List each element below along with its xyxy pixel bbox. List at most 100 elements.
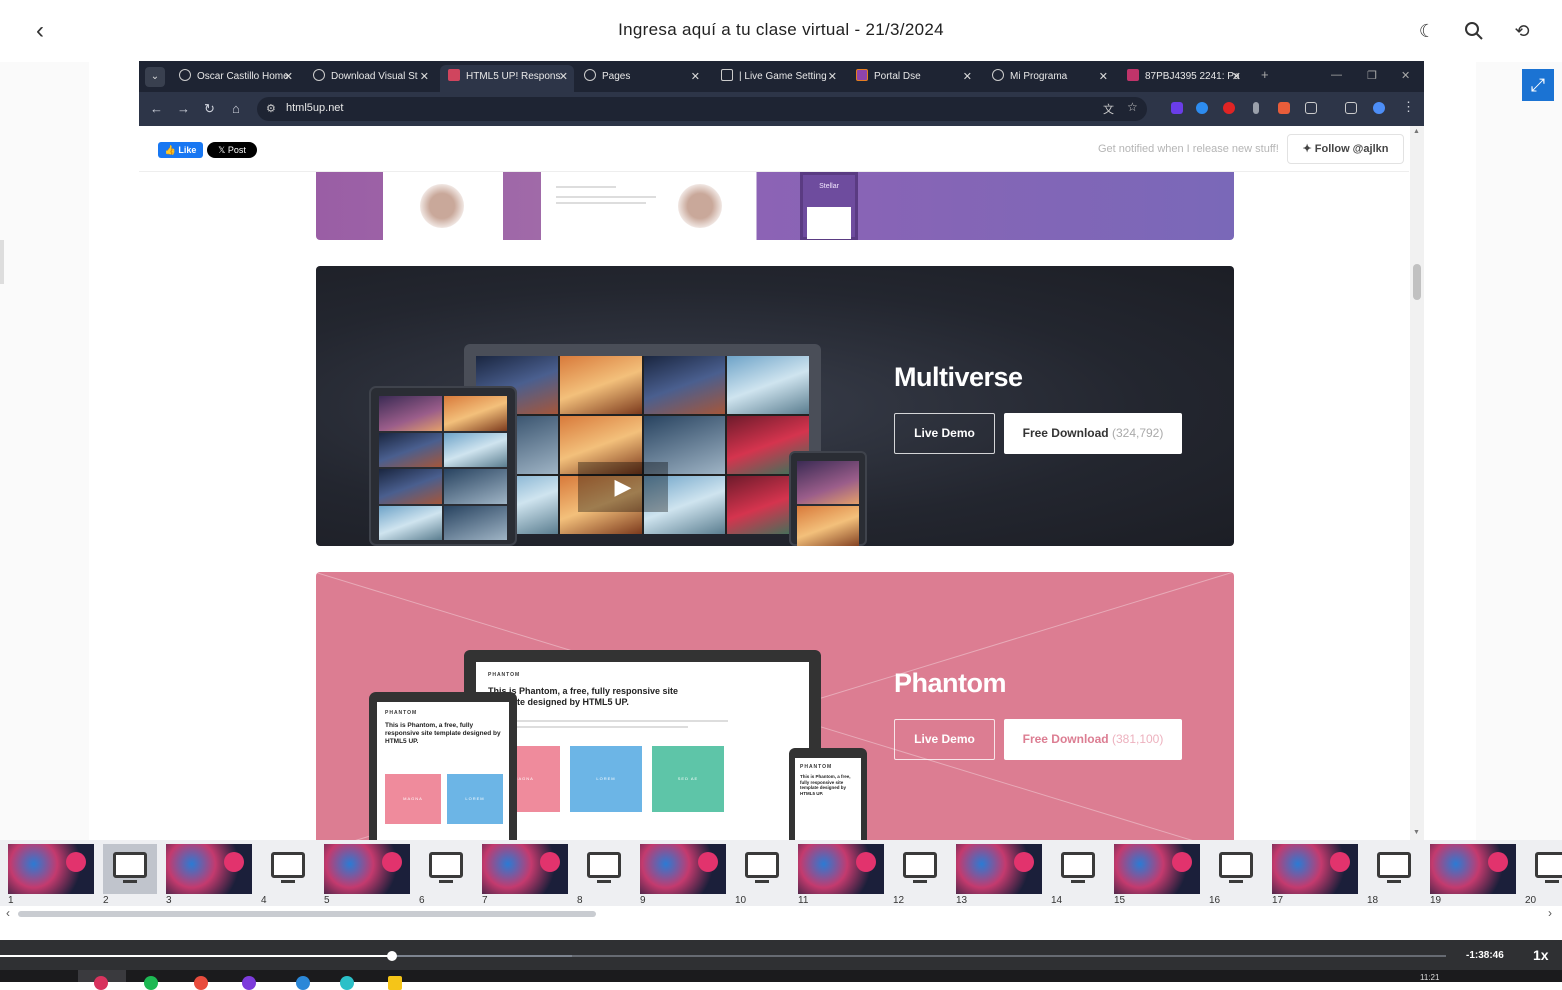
restore-icon[interactable]: ❐ xyxy=(1367,69,1377,82)
dark-mode-button[interactable]: ☾ xyxy=(1414,18,1440,44)
search-button[interactable] xyxy=(1461,18,1487,44)
free-download-button[interactable]: Free Download (324,792) xyxy=(1004,413,1182,454)
side-panel-handle[interactable] xyxy=(0,240,4,284)
playback-speed-button[interactable]: 1x xyxy=(1533,947,1549,963)
slide-thumbnail[interactable] xyxy=(640,844,726,894)
close-icon[interactable]: ✕ xyxy=(559,65,568,89)
minimize-icon[interactable]: — xyxy=(1331,69,1342,81)
slide-number: 5 xyxy=(324,895,330,906)
slide-thumbnail[interactable] xyxy=(893,844,947,894)
slide-thumbnail[interactable] xyxy=(324,844,410,894)
extensions-puzzle-icon[interactable] xyxy=(1305,102,1317,114)
slide-thumbnail[interactable] xyxy=(482,844,568,894)
slide-thumbnail[interactable] xyxy=(419,844,473,894)
slide-thumbnail[interactable] xyxy=(1272,844,1358,894)
slide-thumbnail[interactable] xyxy=(166,844,252,894)
free-download-button[interactable]: Free Download (381,100) xyxy=(1004,719,1182,760)
microphone-icon[interactable] xyxy=(1253,102,1259,114)
extension-icon[interactable] xyxy=(1196,102,1208,114)
close-icon[interactable]: ✕ xyxy=(963,65,972,89)
browser-tab-active[interactable]: HTML5 UP! Respons ✕ xyxy=(440,65,574,92)
progress-handle[interactable] xyxy=(387,951,397,961)
rotate-button[interactable]: ⟲ xyxy=(1509,18,1535,44)
back-arrow-icon[interactable]: ← xyxy=(150,101,163,116)
close-icon[interactable]: ✕ xyxy=(1232,65,1241,89)
close-window-icon[interactable]: ✕ xyxy=(1401,69,1410,82)
live-demo-button[interactable]: Live Demo xyxy=(894,413,995,454)
facebook-like-button[interactable]: 👍 Like xyxy=(158,142,203,158)
slide-thumbnail[interactable] xyxy=(1367,844,1421,894)
browser-tab[interactable]: Download Visual St ✕ xyxy=(305,65,435,92)
monitor-icon xyxy=(113,852,147,883)
slide-thumbnail[interactable] xyxy=(1525,844,1562,894)
scroll-left-icon[interactable]: ‹ xyxy=(6,906,10,920)
forward-arrow-icon[interactable]: → xyxy=(177,101,190,116)
slide-thumbnail[interactable] xyxy=(1209,844,1263,894)
kebab-menu-icon[interactable]: ⋮ xyxy=(1402,99,1415,115)
page-scrollbar[interactable]: ▲ ▼ xyxy=(1410,126,1424,841)
slide-filmstrip: 123456789101112131415161718192021 xyxy=(0,840,1562,906)
tab-search-button[interactable]: ⌄ xyxy=(145,67,165,87)
close-icon[interactable]: ✕ xyxy=(1099,65,1108,89)
app-icon[interactable] xyxy=(194,976,208,990)
live-demo-button[interactable]: Live Demo xyxy=(894,719,995,760)
close-icon[interactable]: ✕ xyxy=(420,65,429,89)
stellar-template-card[interactable]: Stellar xyxy=(316,172,1234,240)
extension-icon[interactable] xyxy=(1278,102,1290,114)
slide-number: 15 xyxy=(1114,895,1126,906)
x-post-button[interactable]: 𝕏 Post xyxy=(207,142,257,158)
slide-thumbnail[interactable] xyxy=(1430,844,1516,894)
scrollbar-thumb[interactable] xyxy=(1413,264,1421,300)
filmstrip-scrollbar[interactable]: ‹ › xyxy=(0,906,1562,922)
play-icon[interactable]: ▶ xyxy=(578,462,668,512)
reload-icon[interactable]: ↻ xyxy=(204,101,215,117)
phantom-template-card: PHANTOM This is Phantom, a free, fully r… xyxy=(316,572,1234,841)
phone-image xyxy=(678,184,722,228)
new-tab-button[interactable]: + xyxy=(1261,67,1269,82)
scroll-down-icon[interactable]: ▼ xyxy=(1413,829,1420,836)
slide-thumbnail[interactable] xyxy=(798,844,884,894)
browser-tab[interactable]: Mi Programa ✕ xyxy=(984,65,1114,92)
browser-tab[interactable]: Pages ✕ xyxy=(576,65,706,92)
close-icon[interactable]: ✕ xyxy=(828,65,837,89)
slide-thumbnail[interactable] xyxy=(577,844,631,894)
address-bar[interactable]: ⚙ html5up.net 文 ☆ xyxy=(257,97,1147,121)
scroll-up-icon[interactable]: ▲ xyxy=(1413,128,1420,135)
slide-thumbnail[interactable] xyxy=(956,844,1042,894)
monitor-icon xyxy=(429,852,463,883)
close-icon[interactable]: ✕ xyxy=(284,65,293,89)
slide-thumbnail[interactable] xyxy=(8,844,94,894)
translate-icon[interactable]: 文 xyxy=(1103,101,1114,117)
slide-thumbnail[interactable] xyxy=(261,844,315,894)
filmstrip-scroll-thumb[interactable] xyxy=(18,911,596,917)
browser-tab[interactable]: | Live Game Setting ✕ xyxy=(713,65,843,92)
app-icon[interactable] xyxy=(340,976,354,990)
browser-tab[interactable]: Oscar Castillo Home ✕ xyxy=(171,65,299,92)
app-icon[interactable] xyxy=(144,976,158,990)
home-icon[interactable]: ⌂ xyxy=(232,101,240,116)
slide-number: 19 xyxy=(1430,895,1442,906)
extension-icon[interactable] xyxy=(1171,102,1183,114)
scroll-right-icon[interactable]: › xyxy=(1548,906,1552,920)
fullscreen-button[interactable]: ⤢ xyxy=(1522,69,1554,101)
slide-number: 18 xyxy=(1367,895,1379,906)
bookmark-star-icon[interactable]: ☆ xyxy=(1127,100,1138,114)
app-icon[interactable] xyxy=(242,976,256,990)
search-icon xyxy=(1465,22,1483,40)
slide-thumbnail[interactable] xyxy=(1051,844,1105,894)
slide-thumbnail[interactable] xyxy=(103,844,157,894)
side-panel-icon[interactable] xyxy=(1345,102,1357,114)
profile-icon[interactable] xyxy=(1373,102,1385,114)
site-info-icon[interactable]: ⚙ xyxy=(266,102,276,115)
close-icon[interactable]: ✕ xyxy=(691,65,700,89)
extension-icon[interactable] xyxy=(1223,102,1235,114)
slide-thumbnail[interactable] xyxy=(735,844,789,894)
follow-button[interactable]: ✦ Follow @ajlkn xyxy=(1287,134,1404,164)
folder-icon[interactable] xyxy=(388,976,402,990)
browser-tab[interactable]: 87PBJ4395 2241: Pa ✕ xyxy=(1119,65,1247,92)
app-icon[interactable] xyxy=(94,976,108,990)
slide-thumbnail[interactable] xyxy=(1114,844,1200,894)
browser-tab[interactable]: Portal Dse ✕ xyxy=(848,65,978,92)
app-icon[interactable] xyxy=(296,976,310,990)
shared-screen: ⌄ Oscar Castillo Home ✕ Download Visual S… xyxy=(139,61,1424,841)
